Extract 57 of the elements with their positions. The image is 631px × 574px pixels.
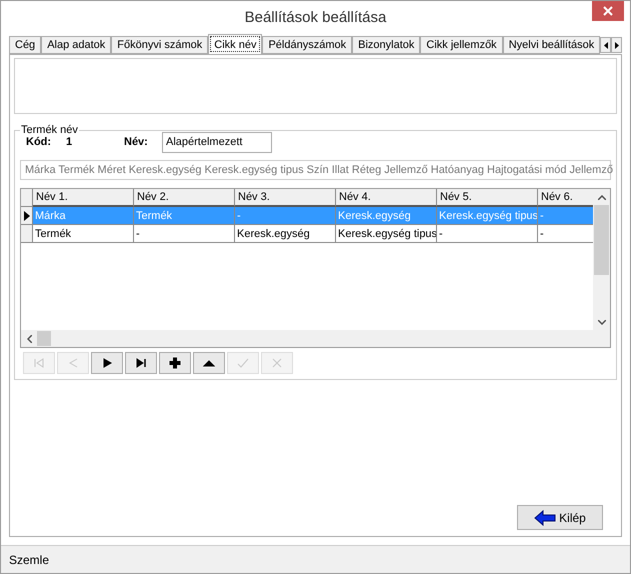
indicator-header [21, 189, 33, 207]
column-header[interactable]: Név 2. [134, 189, 235, 207]
navigator-button[interactable] [159, 352, 191, 374]
summary-field: Márka Termék Méret Keresk.egység Keresk.egység tipus Szín Illat Réteg Jellemző Hatóanyag Hajtogatási mód Jellemző [20, 160, 611, 180]
left-arrow-icon [604, 42, 608, 48]
column-header[interactable]: Név 3. [235, 189, 336, 207]
table-cell: Termék [134, 207, 235, 225]
cross-icon [271, 357, 283, 369]
column-header[interactable]: Név 4. [336, 189, 437, 207]
table-cell: - [538, 207, 593, 225]
group-title: Termék név [20, 124, 79, 136]
previous-icon [67, 357, 79, 369]
close-button[interactable] [592, 1, 624, 21]
table-cell: Márka [33, 207, 134, 225]
last-record-icon [135, 357, 147, 369]
navigator-button[interactable] [91, 352, 123, 374]
name-label: Név: [124, 136, 149, 148]
column-header[interactable]: Név 1. [33, 189, 134, 207]
table-cell: Keresk.egység [235, 225, 336, 243]
tab[interactable]: Nyelvi beállítások [502, 36, 600, 54]
horizontal-scrollbar[interactable] [21, 330, 593, 347]
tab-scroll-right-button[interactable] [611, 37, 622, 53]
plus-icon [169, 357, 181, 369]
code-value: 1 [66, 136, 74, 148]
navigator-button[interactable] [125, 352, 157, 374]
tab[interactable]: Főkönyvi számok [111, 36, 208, 54]
tab[interactable]: Cikk jellemzők [420, 36, 503, 54]
play-icon [101, 357, 113, 369]
table-cell: Termék [33, 225, 134, 243]
name-field[interactable]: Alapértelmezett [162, 132, 272, 152]
column-header[interactable]: Név 6. [538, 189, 593, 207]
navigator-button[interactable] [193, 352, 225, 374]
tab[interactable]: Cég [9, 36, 42, 54]
checkmark-icon [237, 357, 249, 369]
column-header[interactable]: Név 5. [437, 189, 538, 207]
scrollbar-thumb[interactable] [37, 331, 51, 346]
table-cell: - [235, 207, 336, 225]
window-title: Beállítások beállítása [244, 8, 386, 26]
table-cell: - [437, 225, 538, 243]
current-row-icon [24, 210, 30, 220]
code-label: Kód: [25, 136, 52, 148]
table-cell: Keresk.egység [336, 207, 437, 225]
tab[interactable]: Példányszámok [262, 36, 352, 54]
left-arrow-icon [534, 510, 556, 526]
first-record-icon [33, 357, 45, 369]
scrollbar-thumb[interactable] [594, 205, 609, 275]
tab[interactable]: Cikk név [208, 34, 262, 54]
vertical-scrollbar[interactable] [593, 189, 610, 330]
close-icon [603, 6, 613, 16]
tab[interactable]: Bizonylatok [352, 36, 420, 54]
exit-button[interactable]: Kilép [517, 505, 603, 530]
right-arrow-icon [614, 42, 619, 48]
tab-scroll-left-button[interactable] [600, 37, 612, 53]
table-cell: - [134, 225, 235, 243]
row-indicator[interactable] [21, 207, 33, 225]
tab[interactable]: Alap adatok [41, 36, 112, 54]
status-text: Szemle [9, 552, 50, 566]
